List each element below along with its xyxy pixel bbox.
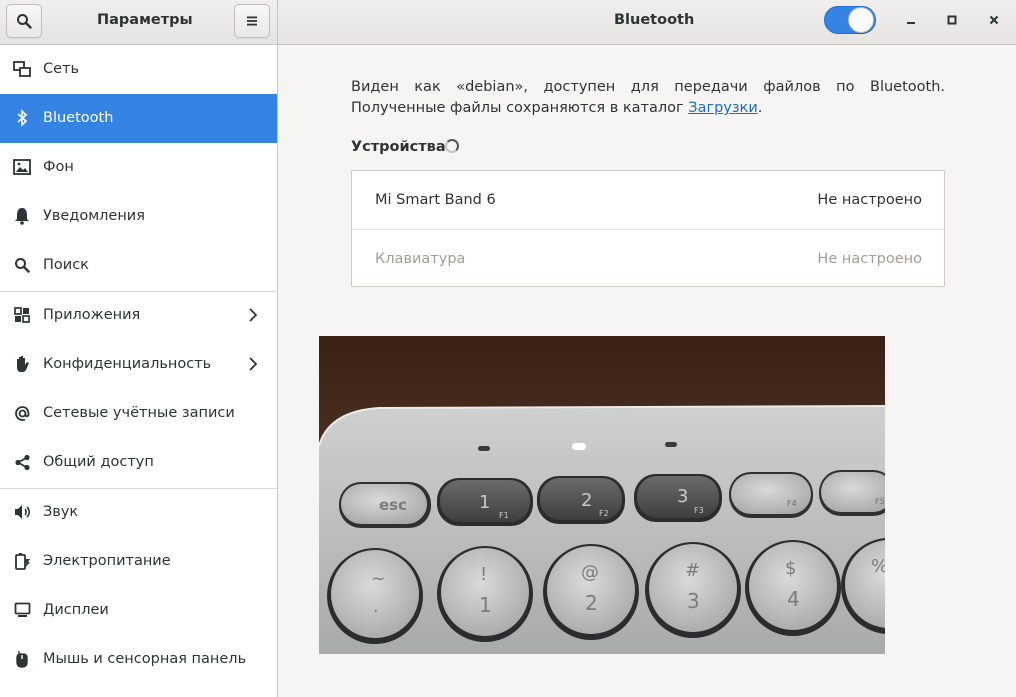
bluetooth-toggle[interactable] bbox=[824, 6, 876, 34]
sidebar-item-mouse-touchpad[interactable]: Мышь и сенсорная панель bbox=[0, 635, 277, 684]
sidebar-item-label: Электропитание bbox=[43, 553, 171, 569]
speaker-icon bbox=[12, 502, 32, 522]
menu-button[interactable] bbox=[234, 4, 270, 38]
visibility-description: Виден как «debian», доступен для передач… bbox=[351, 77, 945, 119]
key-exclamation-label: ! bbox=[480, 564, 487, 585]
sidebar: Сеть Bluetooth Фон Уведомления Поиск При… bbox=[0, 45, 278, 697]
device-status: Не настроено bbox=[817, 251, 922, 267]
hamburger-menu-icon bbox=[247, 16, 257, 26]
minimize-button[interactable] bbox=[896, 6, 926, 34]
header-bar: Параметры Bluetooth bbox=[0, 0, 1016, 45]
f4-label: F4 bbox=[787, 499, 797, 508]
sidebar-item-label: Bluetooth bbox=[43, 110, 114, 126]
sidebar-item-label: Сеть bbox=[43, 61, 80, 77]
sidebar-item-label: Дисплеи bbox=[43, 602, 109, 618]
key-2-label: 2 bbox=[581, 490, 592, 511]
sidebar-item-label: Сетевые учётные записи bbox=[43, 405, 235, 421]
sidebar-item-label: Фон bbox=[43, 159, 74, 175]
key-1-label: 1 bbox=[479, 492, 490, 513]
sidebar-item-label: Мышь и сенсорная панель bbox=[43, 651, 247, 667]
sidebar-item-privacy[interactable]: Конфиденциальность bbox=[0, 340, 277, 389]
sidebar-item-sharing[interactable]: Общий доступ bbox=[0, 438, 277, 487]
key-two-label: 2 bbox=[585, 591, 598, 615]
content-header: Bluetooth bbox=[278, 0, 1016, 45]
key-one-label: 1 bbox=[479, 593, 492, 617]
maximize-button[interactable] bbox=[937, 6, 967, 34]
sidebar-item-bluetooth[interactable]: Bluetooth bbox=[0, 94, 277, 143]
search-icon bbox=[17, 14, 32, 29]
sidebar-item-online-accounts[interactable]: Сетевые учётные записи bbox=[0, 389, 277, 438]
description-end: . bbox=[757, 100, 763, 116]
f3-label: F3 bbox=[694, 506, 704, 515]
key-period-label: . bbox=[373, 597, 378, 617]
device-name: Клавиатура bbox=[375, 251, 466, 267]
sidebar-item-power[interactable]: Электропитание bbox=[0, 537, 277, 586]
search-icon bbox=[12, 255, 32, 275]
esc-key-label: esc bbox=[379, 496, 407, 514]
keyboard-photo: esc 1 F1 2 F2 3 F3 F4 F5 ~ . ! 1 @ 2 # 3… bbox=[319, 336, 885, 654]
device-row[interactable]: Клавиатура Не настроено bbox=[352, 230, 944, 288]
hand-icon bbox=[12, 354, 32, 374]
search-button[interactable] bbox=[6, 4, 42, 38]
sidebar-item-label: Звук bbox=[43, 504, 79, 520]
sidebar-item-label: Общий доступ bbox=[43, 454, 154, 470]
sidebar-item-applications[interactable]: Приложения bbox=[0, 291, 277, 340]
bell-icon bbox=[12, 206, 32, 226]
sidebar-item-label: Уведомления bbox=[43, 208, 145, 224]
f1-label: F1 bbox=[499, 511, 509, 520]
sidebar-item-label: Конфиденциальность bbox=[43, 356, 212, 372]
key-three-label: 3 bbox=[687, 589, 700, 613]
toggle-knob bbox=[848, 7, 874, 33]
display-icon bbox=[12, 600, 32, 620]
share-icon bbox=[12, 452, 32, 472]
key-four-label: 4 bbox=[787, 587, 800, 611]
network-icon bbox=[12, 59, 32, 79]
device-name: Mi Smart Band 6 bbox=[375, 192, 496, 208]
bluetooth-icon bbox=[12, 108, 32, 128]
description-text: Виден как «debian», доступен для передач… bbox=[351, 79, 945, 116]
minimize-icon bbox=[907, 22, 915, 24]
chevron-right-icon bbox=[249, 357, 258, 371]
sidebar-item-sound[interactable]: Звук bbox=[0, 488, 277, 537]
mouse-icon bbox=[12, 649, 32, 669]
sidebar-item-label: Приложения bbox=[43, 307, 141, 323]
power-icon bbox=[12, 551, 32, 571]
at-sign-icon bbox=[12, 403, 32, 423]
sidebar-item-label: Поиск bbox=[43, 257, 89, 273]
downloads-link[interactable]: Загрузки bbox=[688, 100, 757, 116]
key-tilde-label: ~ bbox=[371, 569, 385, 589]
sidebar-title: Параметры bbox=[97, 12, 193, 28]
close-icon bbox=[989, 15, 999, 25]
chevron-right-icon bbox=[249, 308, 258, 322]
devices-heading: Устройства bbox=[351, 139, 446, 155]
sidebar-item-network[interactable]: Сеть bbox=[0, 45, 277, 94]
sidebar-item-notifications[interactable]: Уведомления bbox=[0, 192, 277, 241]
bluetooth-panel: Виден как «debian», доступен для передач… bbox=[279, 45, 1016, 697]
keyboard-photo-drawing: esc 1 F1 2 F2 3 F3 F4 F5 ~ . ! 1 @ 2 # 3… bbox=[319, 336, 885, 654]
f5-label: F5 bbox=[875, 497, 885, 506]
sidebar-item-search[interactable]: Поиск bbox=[0, 241, 277, 290]
sidebar-item-background[interactable]: Фон bbox=[0, 143, 277, 192]
sidebar-header: Параметры bbox=[0, 0, 278, 45]
key-hash-label: # bbox=[685, 560, 700, 581]
key-dollar-label: $ bbox=[785, 558, 796, 579]
page-title: Bluetooth bbox=[614, 12, 695, 28]
scanning-spinner-icon bbox=[445, 139, 459, 153]
sidebar-item-displays[interactable]: Дисплеи bbox=[0, 586, 277, 635]
device-row[interactable]: Mi Smart Band 6 Не настроено bbox=[352, 171, 944, 229]
background-icon bbox=[12, 157, 32, 177]
close-button[interactable] bbox=[979, 6, 1009, 34]
key-3-label: 3 bbox=[677, 486, 688, 507]
device-status: Не настроено bbox=[817, 192, 922, 208]
key-at-label: @ bbox=[581, 562, 599, 583]
apps-grid-icon bbox=[12, 305, 32, 325]
f2-label: F2 bbox=[599, 509, 609, 518]
maximize-icon bbox=[947, 15, 957, 25]
key-percent-label: % bbox=[871, 556, 885, 577]
device-list: Mi Smart Band 6 Не настроено Клавиатура … bbox=[351, 170, 945, 287]
